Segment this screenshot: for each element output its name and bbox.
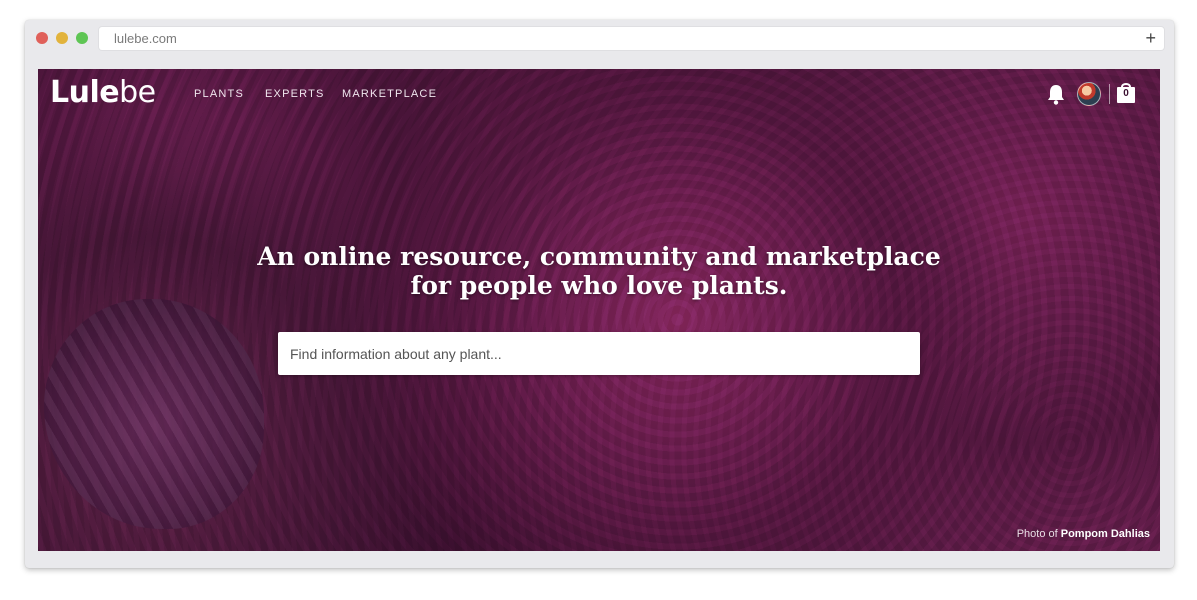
photo-credit-subject[interactable]: Pompom Dahlias [1061, 528, 1150, 540]
photo-credit-prefix: Photo of [1016, 528, 1061, 540]
logo-bold-text: Lule [50, 75, 120, 110]
site-logo[interactable]: Lulebe [50, 75, 156, 110]
hero-section: Lulebe PLANTS EXPERTS MARKETPLACE 0 An o… [38, 69, 1160, 551]
cart-count-badge: 0 [1123, 88, 1129, 99]
close-window-button[interactable] [36, 32, 48, 44]
maximize-window-button[interactable] [76, 32, 88, 44]
new-tab-button[interactable]: + [1145, 27, 1156, 50]
photo-credit: Photo of Pompom Dahlias [1017, 528, 1150, 540]
nav-experts-link[interactable]: EXPERTS [265, 88, 325, 100]
bell-icon[interactable] [1046, 83, 1066, 105]
hero-overlay [38, 69, 1160, 551]
nav-divider [1109, 84, 1110, 104]
url-text: lulebe.com [114, 31, 177, 46]
logo-light-text: be [119, 75, 156, 110]
browser-window: lulebe.com + Lulebe PLANTS EXPERTS MARKE… [25, 20, 1174, 568]
plant-search-input[interactable] [278, 332, 920, 375]
user-avatar[interactable] [1077, 82, 1101, 106]
nav-plants-link[interactable]: PLANTS [194, 88, 244, 100]
address-bar[interactable]: lulebe.com + [99, 27, 1164, 50]
hero-headline: An online resource, community and market… [257, 242, 941, 300]
top-navigation: Lulebe PLANTS EXPERTS MARKETPLACE 0 [38, 69, 1160, 119]
nav-marketplace-link[interactable]: MARKETPLACE [342, 88, 437, 100]
minimize-window-button[interactable] [56, 32, 68, 44]
browser-toolbar: lulebe.com + [25, 20, 1174, 58]
